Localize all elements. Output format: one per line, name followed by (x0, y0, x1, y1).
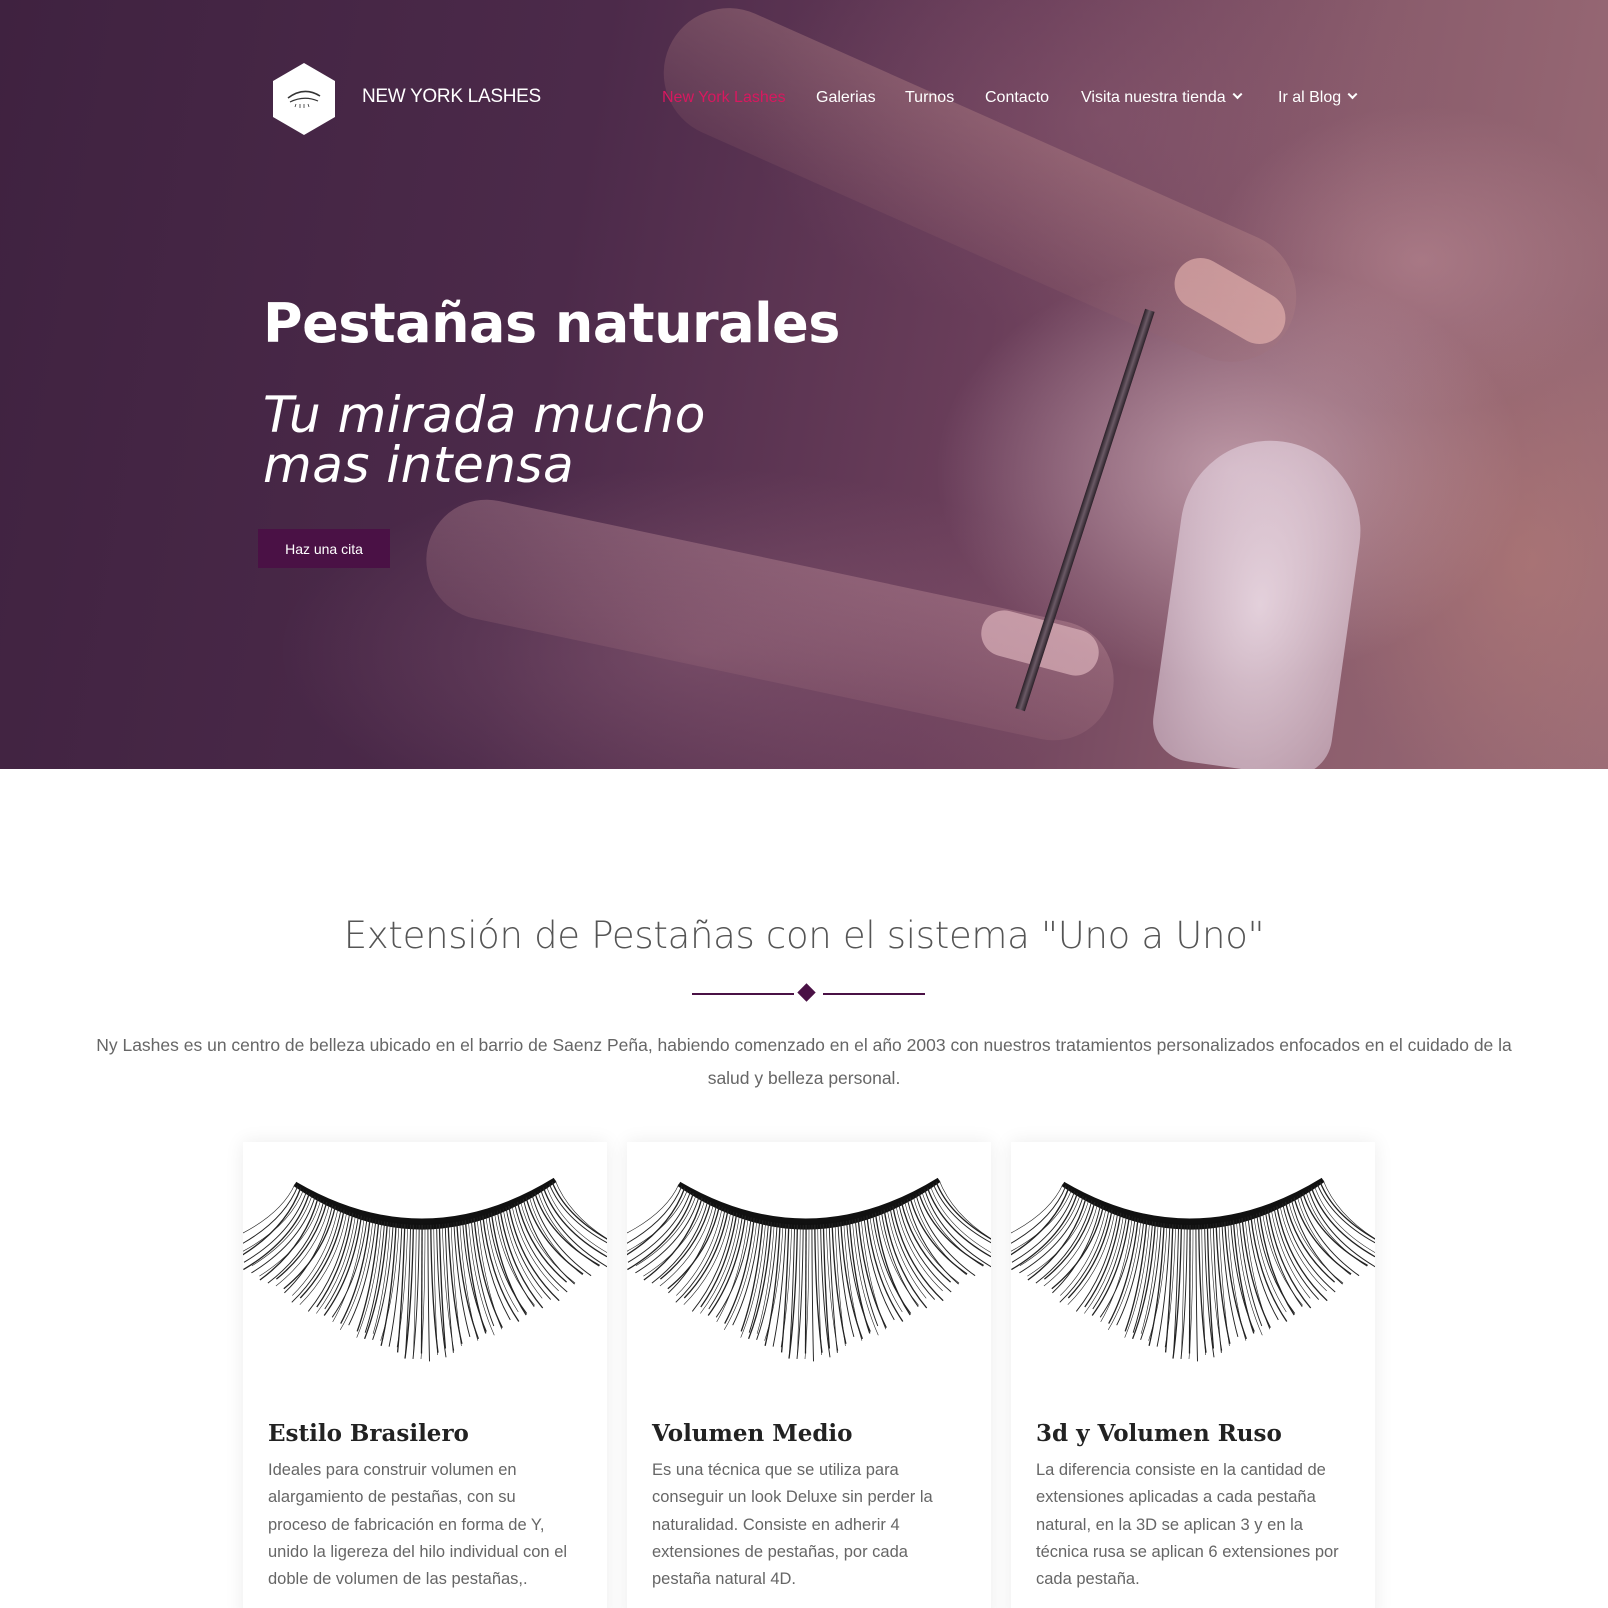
hero-background (0, 0, 1608, 769)
hero-title: Pestañas naturales (263, 292, 840, 355)
chevron-down-icon (1232, 89, 1243, 100)
lash-strand (1284, 1201, 1336, 1283)
lash-strand (380, 1223, 400, 1341)
intro-text: Ny Lashes es un centro de belleza ubicad… (96, 1035, 1512, 1088)
card-title: 3d y Volumen Ruso (1036, 1420, 1282, 1447)
hero-finger-shape-lower (415, 488, 1125, 752)
lash-strand (420, 1224, 423, 1354)
lash-strand (811, 1224, 814, 1362)
lash-strand (804, 1224, 807, 1354)
lash-strand (895, 1204, 943, 1292)
lash-strand (427, 1224, 430, 1362)
lash-strand (516, 1201, 568, 1283)
hero-eye-pad-shape (1147, 429, 1373, 769)
lash-strand (1227, 1221, 1247, 1341)
lash-strand (1051, 1205, 1105, 1290)
lash-strand (1011, 1190, 1076, 1263)
logo-hexagon-icon[interactable] (272, 62, 336, 136)
divider-line-right (823, 993, 925, 995)
lash-strand (1195, 1224, 1198, 1362)
lash-strand (1019, 1194, 1081, 1267)
hero-nail-shape-lower (976, 605, 1104, 681)
lash-strand (635, 1195, 700, 1274)
lash-strand (627, 1192, 695, 1271)
card-title: Estilo Brasilero (268, 1420, 469, 1447)
hero-tweezer-shape (1015, 308, 1155, 712)
brand-name[interactable]: NEW YORK LASHES (362, 86, 541, 108)
lash-strand (1019, 1195, 1084, 1274)
lash-strand (534, 1192, 600, 1267)
lash-strand (747, 1221, 773, 1340)
lash-strand (459, 1221, 479, 1341)
card-description: La diferencia consiste en la cantidad de… (1036, 1461, 1339, 1589)
appointment-button[interactable]: Haz una cita (258, 529, 390, 568)
lash-strand (1131, 1221, 1157, 1340)
divider-diamond-icon (797, 983, 816, 1002)
nav-item-galerias[interactable]: Galerias (816, 89, 876, 107)
lash-strand (764, 1223, 784, 1341)
lash-strand (283, 1205, 337, 1290)
nav-item-new-york-lashes[interactable]: New York Lashes (662, 89, 786, 107)
lash-strand (627, 1190, 692, 1263)
divider-line-left (692, 993, 794, 995)
lash-strand (251, 1194, 313, 1267)
lash-strand (1011, 1192, 1079, 1271)
lash-strand (635, 1194, 697, 1267)
hero-cheek-shape (1320, 300, 1608, 769)
section-title: Extensión de Pestañas con el sistema "Un… (343, 914, 1265, 957)
card-title: Volumen Medio (652, 1420, 853, 1447)
lash-strand (363, 1221, 389, 1340)
card-description: Ideales para construir volumen en alarga… (268, 1461, 568, 1589)
lash-strand (918, 1192, 984, 1267)
eyelash-image (602, 1172, 1008, 1372)
lash-strand (251, 1195, 316, 1274)
card-description: Es una técnica que se utiliza para conse… (652, 1461, 933, 1589)
eyelash-image (986, 1172, 1392, 1372)
nav-item-contacto[interactable]: Contacto (985, 89, 1049, 107)
chevron-down-icon (1347, 89, 1358, 100)
nav-item-visita-nuestra-tienda[interactable]: Visita nuestra tienda (1081, 89, 1243, 107)
lash-strand (1148, 1223, 1168, 1341)
lash-strand (243, 1190, 308, 1263)
nav-item-ir-al-blog[interactable]: Ir al Blog (1278, 89, 1358, 107)
lash-strand (243, 1192, 311, 1271)
lash-strand (843, 1221, 863, 1341)
nav-item-turnos[interactable]: Turnos (905, 89, 954, 107)
lash-strand (667, 1205, 721, 1290)
hero-subtitle: Tu mirada mucho mas intensa (263, 386, 706, 494)
eyelash-image (218, 1172, 624, 1372)
lash-strand (511, 1204, 559, 1292)
lash-strand (1302, 1192, 1368, 1267)
lash-strand (1188, 1224, 1191, 1354)
lash-strand (900, 1201, 952, 1283)
lash-strand (1279, 1204, 1327, 1292)
hero-nail-shape (1165, 248, 1295, 354)
